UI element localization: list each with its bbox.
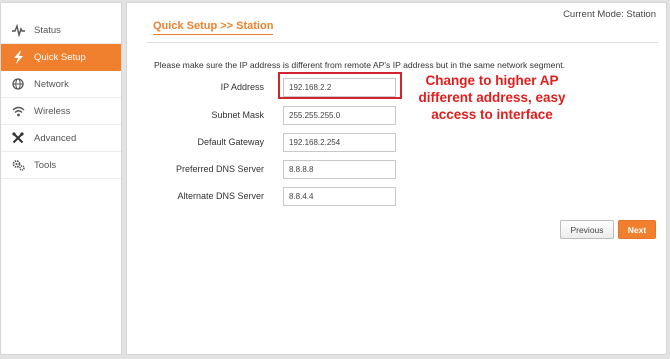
- lightning-icon: [11, 50, 25, 64]
- sidebar-item-label: Status: [34, 24, 61, 36]
- next-button[interactable]: Next: [618, 220, 656, 239]
- sidebar-item-label: Tools: [34, 159, 57, 171]
- default-gateway-label: Default Gateway: [197, 137, 264, 147]
- alternate-dns-label: Alternate DNS Server: [177, 191, 264, 201]
- sidebar-item-wireless[interactable]: Wireless: [1, 98, 121, 125]
- sidebar: Status Quick Setup Network Wireless Adva…: [0, 2, 122, 355]
- preferred-dns-label: Preferred DNS Server: [175, 164, 264, 174]
- sidebar-item-advanced[interactable]: Advanced: [1, 125, 121, 152]
- annotation-line: access to interface: [431, 107, 553, 122]
- subnet-mask-row: Subnet Mask: [127, 106, 427, 126]
- annotation-line: different address, easy: [418, 90, 566, 105]
- sidebar-item-label: Quick Setup: [34, 51, 86, 63]
- title-divider: [147, 42, 658, 43]
- previous-button[interactable]: Previous: [560, 220, 614, 239]
- subnet-mask-label: Subnet Mask: [211, 110, 264, 120]
- tools-cross-icon: [11, 131, 25, 145]
- gears-icon: [11, 158, 25, 172]
- subnet-mask-field[interactable]: [283, 106, 396, 125]
- page-title: Quick Setup >> Station: [153, 20, 274, 35]
- sidebar-item-label: Network: [34, 78, 69, 90]
- default-gateway-row: Default Gateway: [127, 133, 427, 153]
- sidebar-item-label: Wireless: [34, 105, 71, 117]
- ip-notice: Please make sure the IP address is diffe…: [154, 60, 566, 70]
- sidebar-item-status[interactable]: Status: [1, 17, 121, 44]
- alternate-dns-row: Alternate DNS Server: [127, 187, 427, 207]
- annotation-line: Change to higher AP: [425, 73, 559, 88]
- sidebar-item-quick-setup[interactable]: Quick Setup: [1, 44, 121, 71]
- ip-highlight-box: [278, 72, 402, 99]
- sidebar-item-label: Advanced: [34, 132, 77, 144]
- ip-address-label: IP Address: [220, 82, 264, 92]
- preferred-dns-row: Preferred DNS Server: [127, 160, 427, 180]
- pulse-icon: [11, 23, 25, 37]
- alternate-dns-field[interactable]: [283, 187, 396, 206]
- preferred-dns-field[interactable]: [283, 160, 396, 179]
- default-gateway-field[interactable]: [283, 133, 396, 152]
- sidebar-item-tools[interactable]: Tools: [1, 152, 121, 179]
- annotation-text: Change to higher AP different address, e…: [407, 72, 577, 123]
- globe-icon: [11, 77, 25, 91]
- sidebar-item-network[interactable]: Network: [1, 71, 121, 98]
- main-panel: Current Mode: Station Quick Setup >> Sta…: [126, 2, 667, 355]
- current-mode: Current Mode: Station: [563, 9, 656, 20]
- wifi-icon: [11, 104, 25, 118]
